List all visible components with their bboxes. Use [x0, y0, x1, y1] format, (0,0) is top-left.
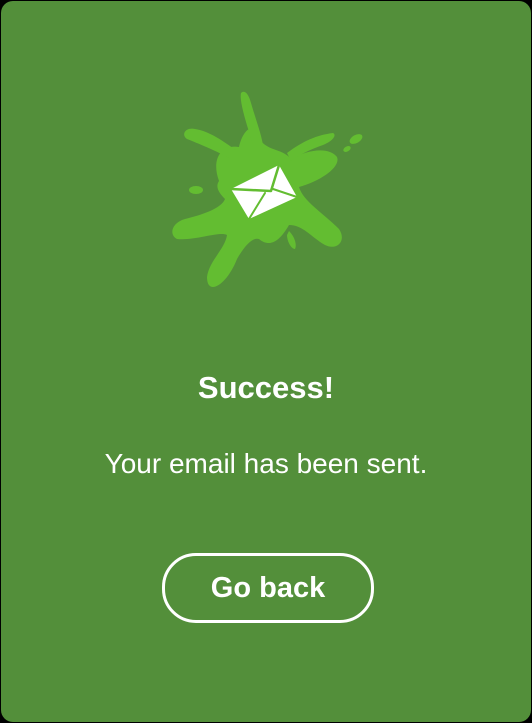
success-dialog: Success! Your email has been sent. Go ba…: [1, 1, 531, 722]
email-sent-splat-icon: [172, 91, 363, 288]
success-message: Your email has been sent.: [104, 448, 428, 479]
success-title: Success!: [197, 370, 335, 405]
go-back-button[interactable]: Go back: [162, 553, 374, 623]
